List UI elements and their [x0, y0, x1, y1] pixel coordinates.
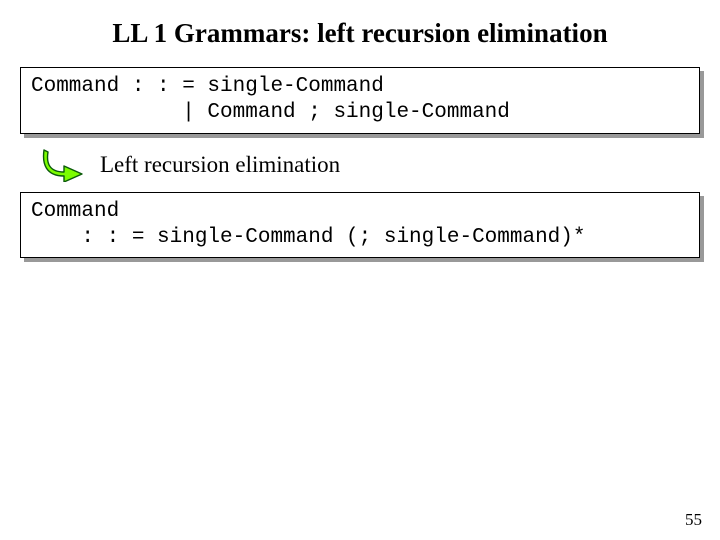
- code-line: Command: [31, 200, 119, 223]
- page-number: 55: [685, 510, 702, 530]
- code-line: : : = single-Command (; single-Command)*: [31, 226, 586, 249]
- page-title: LL 1 Grammars: left recursion eliminatio…: [14, 18, 706, 49]
- transition-label: Left recursion elimination: [100, 152, 340, 178]
- grammar-before-box: Command : : = single-Command | Command ;…: [20, 67, 700, 134]
- code-line: Command : : = single-Command: [31, 75, 384, 98]
- code-line: | Command ; single-Command: [31, 101, 510, 124]
- grammar-after-box: Command : : = single-Command (; single-C…: [20, 192, 700, 259]
- slide: LL 1 Grammars: left recursion eliminatio…: [0, 0, 720, 540]
- curved-arrow-icon: [42, 148, 86, 182]
- grammar-after-code: Command : : = single-Command (; single-C…: [20, 192, 700, 259]
- grammar-before-code: Command : : = single-Command | Command ;…: [20, 67, 700, 134]
- transition-row: Left recursion elimination: [42, 148, 706, 182]
